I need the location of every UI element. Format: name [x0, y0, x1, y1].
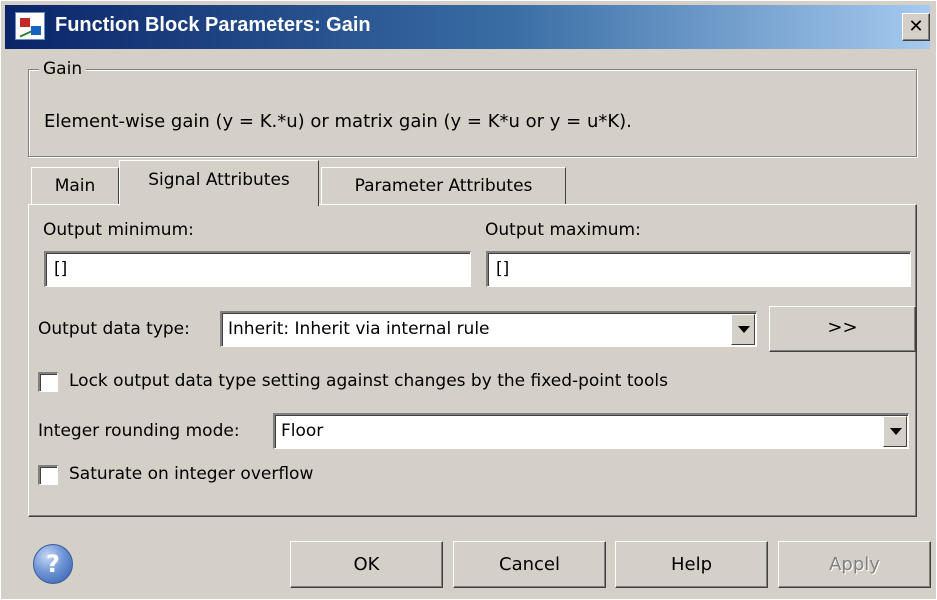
help-circle-icon[interactable]: ?: [33, 544, 73, 584]
output-data-type-label: Output data type:: [38, 319, 190, 339]
chevron-down-icon[interactable]: [731, 314, 755, 345]
saturate-label: Saturate on integer overflow: [69, 464, 314, 484]
output-data-type-value: Inherit: Inherit via internal rule: [228, 319, 490, 339]
lock-output-checkbox[interactable]: [38, 372, 58, 392]
tab-signal-attributes[interactable]: Signal Attributes: [119, 160, 319, 206]
output-maximum-label: Output maximum:: [485, 220, 641, 240]
lock-output-label: Lock output data type setting against ch…: [69, 371, 668, 391]
rounding-mode-select[interactable]: Floor: [273, 413, 909, 449]
block-name-label: Gain: [39, 59, 87, 79]
rounding-mode-value: Floor: [281, 421, 324, 441]
output-data-type-select[interactable]: Inherit: Inherit via internal rule: [220, 311, 757, 347]
output-minimum-field[interactable]: []: [44, 251, 471, 287]
output-minimum-label: Output minimum:: [43, 220, 194, 240]
close-icon: ✕: [908, 16, 924, 37]
simulink-app-icon: [15, 12, 45, 40]
title-bar[interactable]: Function Block Parameters: Gain ✕: [5, 5, 930, 49]
rounding-mode-label: Integer rounding mode:: [38, 421, 240, 441]
output-minimum-value: []: [54, 259, 68, 279]
cancel-button[interactable]: Cancel: [453, 541, 606, 588]
saturate-checkbox[interactable]: [38, 465, 58, 485]
ok-button[interactable]: OK: [290, 541, 443, 588]
window-title: Function Block Parameters: Gain: [55, 14, 371, 36]
dialog-window: Function Block Parameters: Gain ✕ Gain E…: [0, 0, 937, 600]
apply-button[interactable]: Apply: [778, 541, 931, 588]
output-maximum-field[interactable]: []: [486, 251, 911, 287]
block-description: Element-wise gain (y = K.*u) or matrix g…: [44, 111, 632, 132]
close-button[interactable]: ✕: [902, 13, 930, 41]
help-button[interactable]: Help: [615, 541, 768, 588]
tab-main[interactable]: Main: [31, 167, 119, 205]
output-maximum-value: []: [496, 259, 510, 279]
data-type-assistant-button[interactable]: >>: [769, 306, 916, 352]
tab-parameter-attributes[interactable]: Parameter Attributes: [321, 167, 566, 205]
chevron-down-icon[interactable]: [883, 416, 907, 447]
